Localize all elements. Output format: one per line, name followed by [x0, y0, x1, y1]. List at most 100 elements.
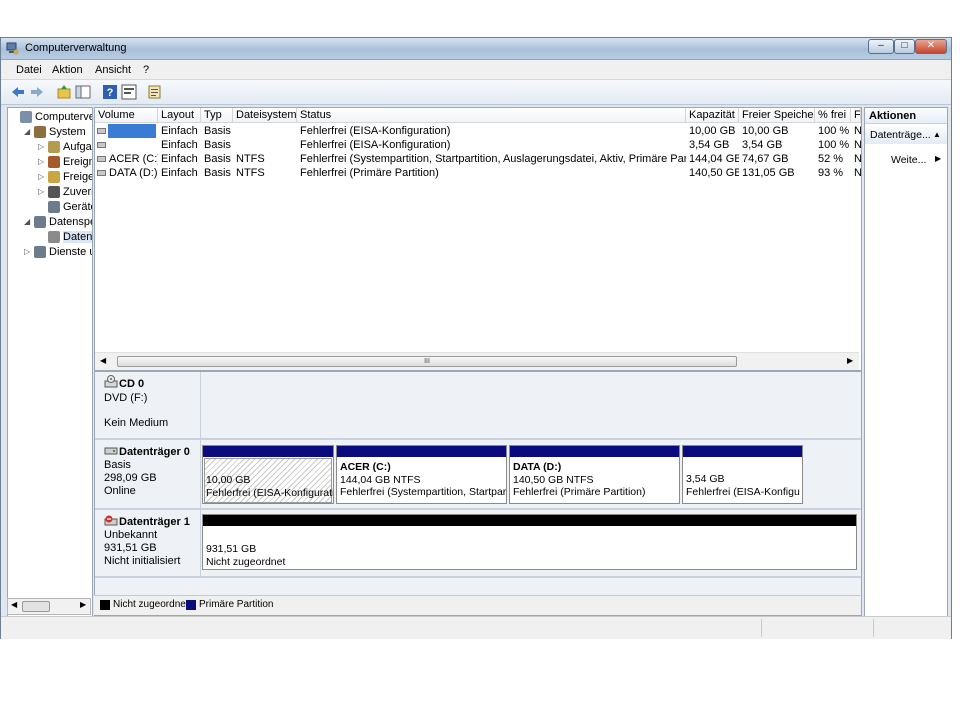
table-row[interactable]: Einfach Basis Fehlerfrei (EISA-Konfigurati… — [95, 138, 861, 152]
table-cell-volume: ACER (C:) — [95, 152, 158, 166]
partition-eisa-2[interactable]: 3,54 GB Fehlerfrei (EISA-Konfigu — [682, 445, 803, 504]
column-header[interactable]: Kapazität — [686, 108, 739, 123]
cd0-info[interactable]: CD 0 DVD (F:) Kein Medium — [96, 373, 199, 438]
table-cell-fs: NTFS — [236, 167, 265, 179]
show-hide-tree-icon[interactable] — [75, 84, 91, 100]
actions-section-label: Datenträge... — [870, 129, 931, 141]
table-cell-pct: 52 % — [818, 153, 844, 165]
services-icon — [34, 246, 46, 258]
tree-horizontal-scrollbar[interactable]: ◀ ▶ — [7, 598, 91, 615]
disk0-info[interactable]: Datenträger 0 Basis 298,09 GB Online — [96, 441, 199, 507]
status-divider — [873, 619, 874, 637]
list-scroll-thumb[interactable]: III — [117, 356, 737, 367]
table-cell-typ: Basis — [204, 153, 231, 165]
partition-header — [203, 515, 856, 526]
column-header[interactable]: Volume — [95, 108, 158, 123]
export-icon[interactable] — [147, 84, 163, 100]
list-scroll-right-icon[interactable]: ▶ — [847, 356, 853, 365]
storage-icon — [34, 216, 46, 228]
tree-item-label: Ereignisanzeige — [63, 156, 92, 168]
volume-name: ACER (C:) — [109, 153, 158, 165]
legend-bar: Nicht zugeordnet Primäre Partition — [94, 595, 860, 615]
menu-datei[interactable]: Datei — [16, 64, 42, 76]
help-icon[interactable]: ? — [102, 84, 118, 100]
actions-more-item[interactable]: Weite... ▶ — [891, 154, 941, 166]
disk0-state: Online — [104, 485, 136, 497]
table-cell-free: 131,05 GB — [742, 167, 795, 179]
legend-primary-label: Primäre Partition — [199, 599, 274, 610]
table-cell-typ: Basis — [204, 125, 231, 137]
back-icon[interactable] — [10, 84, 26, 100]
table-cell-layout: Einfach — [161, 125, 198, 137]
table-cell-layout: Einfach — [161, 139, 198, 151]
minimize-button[interactable]: – — [868, 39, 894, 54]
tree-expander-icon[interactable]: ◢ — [24, 217, 30, 226]
cd0-media-area[interactable] — [200, 372, 861, 438]
partition-size: 140,50 GB NTFS — [513, 473, 594, 486]
up-folder-icon[interactable] — [56, 84, 72, 100]
scroll-right-arrow-icon[interactable]: ▶ — [80, 600, 86, 609]
tree-scroll-thumb[interactable] — [22, 601, 50, 612]
table-cell-volume: DATA (D:) — [95, 166, 158, 180]
tree-expander-icon[interactable]: ◢ — [24, 127, 30, 136]
maximize-button[interactable]: □ — [894, 39, 915, 54]
tools-icon — [34, 126, 46, 138]
volume-icon — [97, 142, 106, 148]
partition-header — [510, 446, 679, 457]
table-row[interactable]: DATA (D:) Einfach Basis NTFS Fehlerfrei (Pri… — [95, 166, 861, 180]
menu-aktion[interactable]: Aktion — [52, 64, 83, 76]
info-divider — [200, 439, 201, 508]
legend-primary-swatch — [186, 600, 196, 610]
column-header[interactable]: Freier Speicher — [739, 108, 815, 123]
column-header[interactable]: F — [851, 108, 861, 123]
row-separator — [95, 576, 861, 578]
column-header[interactable]: Status — [297, 108, 686, 123]
partition-eisa-1[interactable]: 10,00 GB Fehlerfrei (EISA-Konfigurati — [202, 445, 334, 504]
performance-icon — [48, 186, 60, 198]
disk1-info[interactable]: Datenträger 1 Unbekannt 931,51 GB Nicht … — [96, 511, 199, 575]
table-row[interactable]: ACER (C:) Einfach Basis NTFS Fehlerfrei (Sys… — [95, 152, 861, 166]
tree-expander-icon[interactable]: ▷ — [38, 157, 44, 166]
collapse-up-icon[interactable]: ▲ — [933, 126, 941, 144]
menu-help[interactable]: ? — [143, 64, 149, 76]
menu-bar: Datei Aktion Ansicht ? — [1, 60, 951, 80]
disk0-size: 298,09 GB — [104, 472, 157, 484]
disk1-state: Nicht initialisiert — [104, 555, 181, 567]
partition-acer-c[interactable]: ACER (C:) 144,04 GB NTFS Fehlerfrei (Sys… — [336, 445, 507, 504]
partition-data-d[interactable]: DATA (D:) 140,50 GB NTFS Fehlerfrei (Pri… — [509, 445, 680, 504]
tree-item-label: Geräte-Manager — [63, 201, 92, 213]
table-cell-status: Fehlerfrei (Primäre Partition) — [300, 167, 439, 179]
list-scroll-left-icon[interactable]: ◀ — [100, 356, 106, 365]
table-row[interactable]: Einfach Basis Fehlerfrei (EISA-Konfigurati… — [95, 124, 861, 138]
table-cell-f: N — [851, 166, 861, 180]
tree-expander-icon[interactable]: ▷ — [38, 187, 44, 196]
partition-title: DATA (D:) — [513, 461, 562, 473]
partition-unallocated[interactable]: 931,51 GB Nicht zugeordnet — [202, 514, 857, 570]
table-cell-status: Fehlerfrei (Systempartition, Startpartit… — [300, 153, 686, 165]
partition-status: Fehlerfrei (Systempartition, Startpart — [340, 486, 507, 498]
tree-item-label: Dienste und Anwendungen — [49, 246, 92, 258]
scroll-left-arrow-icon[interactable]: ◀ — [11, 600, 17, 609]
column-header[interactable]: Typ — [201, 108, 233, 123]
actions-more-label: Weite... — [891, 154, 927, 166]
column-header[interactable]: Dateisystem — [233, 108, 297, 123]
status-divider — [761, 619, 762, 637]
table-cell-status: Fehlerfrei (EISA-Konfiguration) — [300, 139, 451, 151]
tree-expander-icon[interactable]: ▷ — [38, 172, 44, 181]
close-button[interactable]: ✕ — [915, 39, 947, 54]
tree-expander-icon[interactable]: ▷ — [38, 142, 44, 151]
properties-icon[interactable] — [121, 84, 137, 100]
column-header[interactable]: % frei — [815, 108, 851, 123]
column-header[interactable]: Layout — [158, 108, 201, 123]
table-cell-layout: Einfach — [161, 153, 198, 165]
table-cell-fs — [233, 124, 297, 138]
menu-ansicht[interactable]: Ansicht — [95, 64, 131, 76]
title-bar[interactable]: Computerverwaltung – □ ✕ — [1, 38, 951, 60]
tree-expander-icon[interactable]: ▷ — [24, 247, 30, 256]
volume-list-horizontal-scrollbar[interactable]: ◀ III ▶ — [95, 352, 859, 370]
actions-section-datentraeger[interactable]: Datenträge... ▲ — [865, 126, 947, 144]
table-cell-pct: 100 % — [818, 139, 850, 151]
partition-status: Fehlerfrei (EISA-Konfigu — [686, 485, 800, 498]
tree-item-label: System — [49, 126, 86, 138]
forward-icon[interactable] — [29, 84, 45, 100]
